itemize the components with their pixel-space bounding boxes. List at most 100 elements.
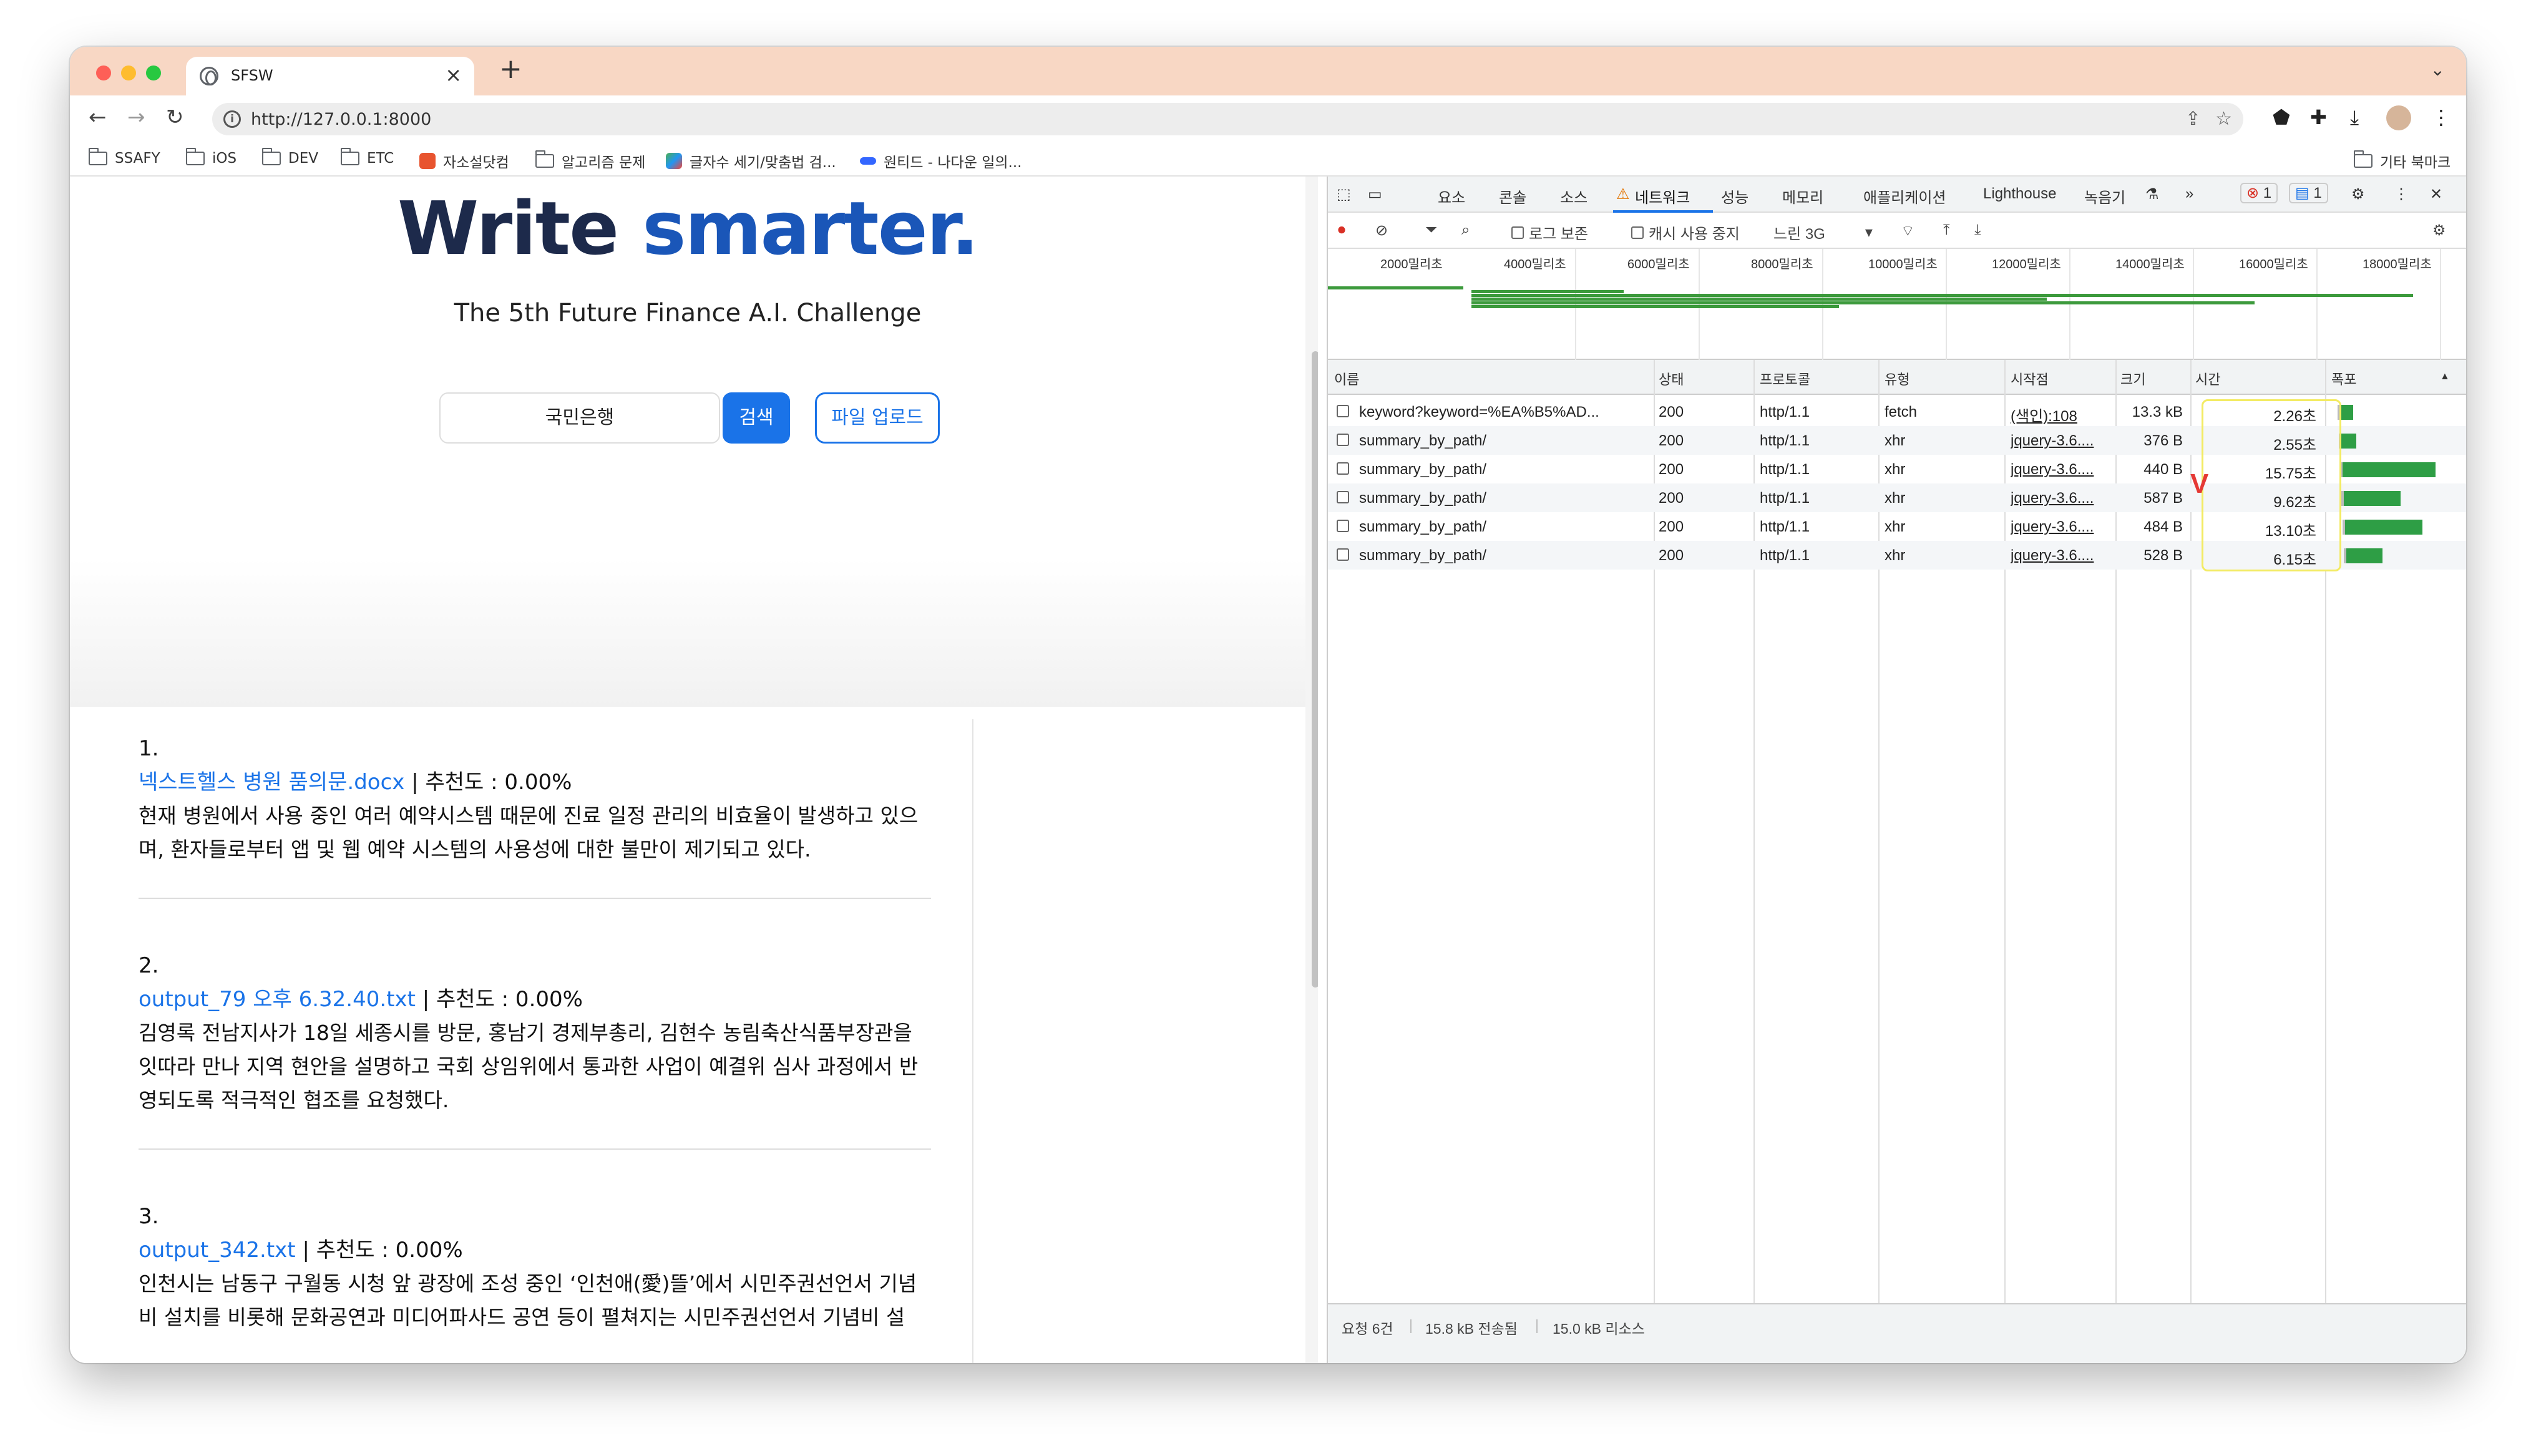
bookmark-dev[interactable]: DEV — [262, 148, 318, 167]
minimize-window-button[interactable] — [121, 66, 136, 80]
row-select-checkbox[interactable] — [1337, 434, 1349, 446]
browser-tab[interactable]: SFSW × — [186, 57, 474, 95]
tab-memory[interactable]: 메모리 — [1782, 185, 1823, 207]
request-name[interactable]: summary_by_path/ — [1359, 461, 1646, 478]
row-select-checkbox[interactable] — [1337, 491, 1349, 503]
request-initiator[interactable]: jquery-3.6.... — [2011, 547, 2109, 565]
message-count-badge[interactable]: ▤ 1 — [2289, 183, 2328, 203]
request-name[interactable]: summary_by_path/ — [1359, 518, 1646, 536]
page-subtitle: The 5th Future Finance A.I. Challenge — [454, 299, 922, 328]
search-input[interactable]: 국민은행 — [439, 392, 720, 444]
throttle-select[interactable]: 느린 3G ▾ — [1773, 221, 1873, 243]
filter-icon[interactable]: ⏷ — [1425, 221, 1437, 239]
request-initiator[interactable]: jquery-3.6.... — [2011, 518, 2109, 536]
col-header-size[interactable]: 크기 — [2120, 369, 2145, 389]
row-select-checkbox[interactable] — [1337, 520, 1349, 532]
request-status: 200 — [1659, 490, 1684, 507]
col-header-protocol[interactable]: 프로토콜 — [1760, 369, 1810, 389]
network-settings-gear-icon[interactable]: ⚙ — [2432, 221, 2446, 240]
tab-performance[interactable]: 성능 — [1721, 185, 1748, 207]
bookmark-algorithm[interactable]: 알고리즘 문제 — [535, 150, 645, 172]
disable-cache-checkbox[interactable]: 캐시 사용 중지 — [1631, 221, 1740, 243]
inspect-element-icon[interactable]: ⬚ — [1337, 185, 1351, 203]
file-upload-button[interactable]: 파일 업로드 — [815, 392, 940, 444]
request-name[interactable]: summary_by_path/ — [1359, 432, 1646, 450]
col-header-type[interactable]: 유형 — [1885, 369, 1909, 389]
tab-sources[interactable]: 소스 — [1560, 185, 1587, 207]
result-file-link[interactable]: output_342.txt — [139, 1238, 296, 1263]
more-menu-icon[interactable]: ⋮ — [2431, 105, 2451, 129]
reload-icon[interactable]: ↻ — [166, 107, 184, 128]
record-stop-icon[interactable]: ⏺ — [1338, 221, 1345, 239]
col-header-initiator[interactable]: 시작점 — [2011, 369, 2049, 389]
forward-arrow-icon[interactable]: → — [127, 107, 145, 128]
request-type: xhr — [1885, 518, 1906, 535]
bookmark-etc[interactable]: ETC — [341, 148, 394, 167]
search-icon[interactable]: ⌕ — [1461, 221, 1470, 239]
close-devtools-icon[interactable]: ✕ — [2430, 185, 2442, 203]
network-overview-timeline[interactable]: 2000밀리초 4000밀리초 6000밀리초 8000밀리초 10000밀리초… — [1328, 249, 2466, 360]
extension-shield-icon[interactable]: ⬟ — [2273, 105, 2290, 129]
more-tabs-icon[interactable]: » — [2185, 185, 2193, 203]
extensions-puzzle-icon[interactable]: ✚ — [2310, 105, 2327, 129]
devtools-menu-icon[interactable]: ⋮ — [2394, 185, 2409, 203]
search-button[interactable]: 검색 — [723, 392, 790, 444]
request-status: 200 — [1659, 432, 1684, 449]
bookmark-star-icon[interactable]: ☆ — [2215, 108, 2232, 130]
col-header-name[interactable]: 이름 — [1334, 369, 1359, 389]
tab-elements[interactable]: 요소 — [1438, 185, 1465, 207]
browser-toolbar: ← → ↻ i http://127.0.0.1:8000 ⇪ ☆ ⬟ ✚ ⤓ … — [70, 95, 2466, 142]
row-select-checkbox[interactable] — [1337, 462, 1349, 475]
address-bar[interactable]: i http://127.0.0.1:8000 ⇪ ☆ — [212, 103, 2243, 135]
col-header-status[interactable]: 상태 — [1659, 369, 1684, 389]
tab-lighthouse[interactable]: Lighthouse — [1983, 185, 2056, 203]
site-info-icon[interactable]: i — [223, 110, 241, 128]
request-initiator[interactable]: jquery-3.6.... — [2011, 490, 2109, 507]
headline-word-write: Write — [397, 185, 619, 271]
zoom-window-button[interactable] — [146, 66, 161, 80]
device-toolbar-icon[interactable]: ▭ — [1368, 185, 1382, 203]
row-select-checkbox[interactable] — [1337, 405, 1349, 417]
close-window-button[interactable] — [96, 66, 111, 80]
request-name[interactable]: summary_by_path/ — [1359, 547, 1646, 565]
tab-network[interactable]: 네트워크 — [1635, 185, 1690, 207]
col-header-waterfall[interactable]: 폭포 — [2331, 369, 2356, 389]
bookmark-jasoseol[interactable]: 자소설닷컴 — [419, 150, 509, 172]
tab-recorder[interactable]: 녹음기 — [2084, 185, 2125, 207]
new-tab-button[interactable]: + — [499, 56, 522, 83]
export-har-icon[interactable]: ⤓ — [1974, 221, 1981, 239]
request-initiator[interactable]: (색인):108 — [2011, 404, 2109, 425]
bookmark-spellcheck[interactable]: 글자수 세기/맞춤법 검... — [666, 150, 836, 172]
result-file-link[interactable]: output_79 오후 6.32.40.txt — [139, 987, 416, 1012]
row-select-checkbox[interactable] — [1337, 548, 1349, 561]
download-icon[interactable]: ⤓ — [2350, 105, 2359, 130]
tab-search-chevron-icon[interactable]: ⌄ — [2431, 59, 2445, 80]
devtools-tabbar: ⬚ ▭ 요소 콘솔 소스 ⚠ 네트워크 성능 메모리 애플리케이션 Lighth… — [1328, 177, 2466, 213]
bookmark-other[interactable]: 기타 북마크 — [2354, 150, 2451, 172]
clear-icon[interactable]: ⊘ — [1375, 221, 1388, 240]
page-scrollbar[interactable] — [1312, 351, 1318, 988]
request-initiator[interactable]: jquery-3.6.... — [2011, 461, 2109, 478]
request-name[interactable]: summary_by_path/ — [1359, 490, 1646, 507]
profile-avatar[interactable] — [2386, 105, 2411, 130]
preserve-log-checkbox[interactable]: 로그 보존 — [1511, 221, 1588, 243]
share-icon[interactable]: ⇪ — [2185, 108, 2201, 130]
checkbox-icon — [1631, 226, 1644, 239]
network-conditions-icon[interactable]: ⌔ — [1901, 221, 1915, 240]
bookmark-label: 알고리즘 문제 — [562, 155, 646, 171]
close-tab-icon[interactable]: × — [445, 63, 462, 87]
bookmark-wanted[interactable]: 원티드 - 나다운 일의... — [860, 150, 1022, 172]
tab-console[interactable]: 콘솔 — [1499, 185, 1526, 207]
throttle-value: 느린 3G — [1773, 226, 1825, 243]
request-initiator[interactable]: jquery-3.6.... — [2011, 432, 2109, 450]
tab-application[interactable]: 애플리케이션 — [1863, 185, 1946, 207]
result-file-link[interactable]: 넥스트헬스 병원 품의문.docx — [139, 770, 404, 795]
bookmark-ios[interactable]: iOS — [186, 148, 237, 167]
bookmark-ssafy[interactable]: SSAFY — [89, 148, 160, 167]
import-har-icon[interactable]: ⤒ — [1943, 221, 1950, 239]
col-header-time[interactable]: 시간 — [2195, 369, 2220, 389]
error-count-badge[interactable]: ⊗ 1 — [2240, 183, 2278, 203]
back-arrow-icon[interactable]: ← — [89, 107, 107, 128]
settings-gear-icon[interactable]: ⚙ — [2351, 185, 2365, 203]
request-name[interactable]: keyword?keyword=%EA%B5%AD... — [1359, 404, 1646, 421]
